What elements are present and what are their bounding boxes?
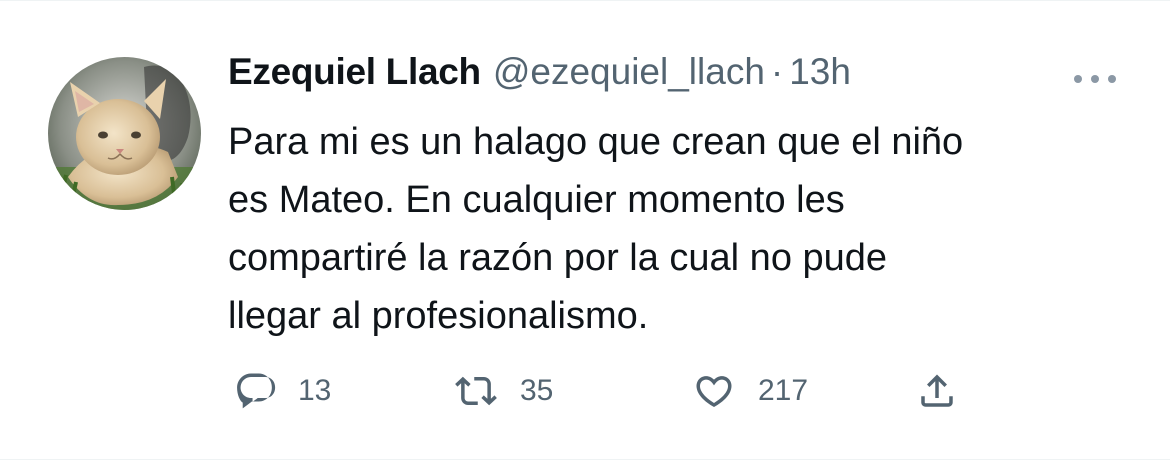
reply-count: 13 [298, 374, 332, 407]
share-button[interactable] [916, 367, 958, 415]
reply-button[interactable]: 13 [234, 367, 331, 415]
tweet-text-line: compartiré la razón por la cual no pude [228, 237, 888, 279]
more-horizontal-icon [1074, 75, 1116, 83]
avatar[interactable] [48, 57, 201, 210]
tweet-text: Para mi es un halago que crean que el ni… [228, 113, 1108, 345]
retweet-count: 35 [520, 374, 554, 407]
tweet-text-line: Para mi es un halago que crean que el ni… [228, 121, 964, 163]
separator-dot: · [770, 51, 784, 92]
retweet-icon [455, 376, 497, 406]
cat-photo-avatar-icon [48, 57, 201, 210]
tweet-text-line: llegar al profesionalismo. [228, 295, 649, 337]
like-button[interactable]: 217 [692, 367, 808, 415]
retweet-button[interactable]: 35 [454, 367, 553, 415]
user-handle[interactable]: @ezequiel_llach [493, 51, 765, 93]
share-icon [921, 374, 953, 407]
tweet-timestamp[interactable]: 13h [789, 51, 851, 93]
more-options-button[interactable] [1070, 69, 1120, 89]
tweet-card[interactable]: Ezequiel Llach @ezequiel_llach · 13h Par… [0, 0, 1170, 460]
heart-icon [696, 376, 732, 408]
display-name[interactable]: Ezequiel Llach [228, 51, 481, 93]
tweet-content: Ezequiel Llach @ezequiel_llach · 13h Par… [228, 51, 1108, 345]
reply-icon [237, 373, 276, 409]
like-count: 217 [758, 374, 809, 407]
tweet-text-line: es Mateo. En cualquier momento les [228, 179, 845, 221]
tweet-header: Ezequiel Llach @ezequiel_llach · 13h [228, 51, 1108, 103]
